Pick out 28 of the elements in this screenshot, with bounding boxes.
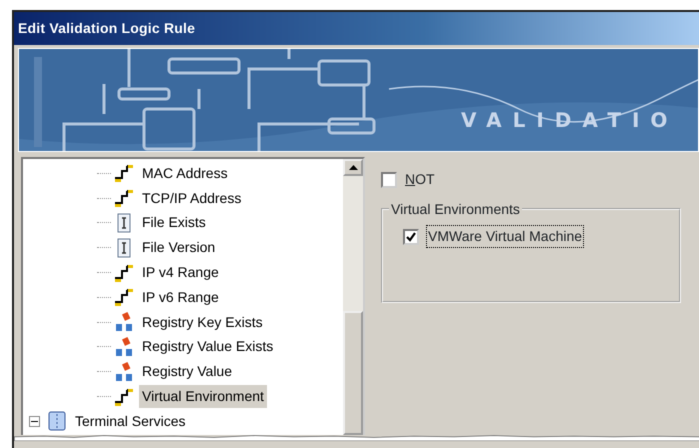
tree-item[interactable]: IP v6 Range: [139, 286, 222, 309]
blocks-icon: [113, 360, 135, 383]
tree-item[interactable]: MAC Address: [139, 162, 231, 185]
banner-title: VALIDATIO: [461, 107, 678, 134]
tree-item[interactable]: IP v4 Range: [139, 261, 222, 284]
window-title: Edit Validation Logic Rule: [14, 12, 699, 45]
connector-icon: [113, 187, 135, 210]
up-arrow-icon: [348, 165, 358, 170]
tree-item[interactable]: TCP/IP Address: [139, 186, 244, 210]
checkbox-label: VMWare Virtual Machine: [427, 226, 584, 247]
connector-icon: [113, 162, 135, 184]
collapse-icon[interactable]: [29, 416, 40, 427]
blocks-icon: [113, 336, 135, 358]
tree-item[interactable]: Terminal Services: [72, 410, 188, 433]
connector-icon: [113, 286, 135, 308]
tree-item[interactable]: File Version: [139, 236, 218, 260]
tree-item[interactable]: File Exists: [139, 211, 209, 234]
checkbox[interactable]: [403, 228, 419, 244]
checkbox[interactable]: [381, 172, 397, 188]
checkbox-label: NOT: [405, 170, 435, 189]
scroll-up-button[interactable]: [343, 159, 363, 176]
tree-item[interactable]: Virtual Environment: [139, 385, 267, 408]
tree-item[interactable]: Registry Value Exists: [139, 335, 276, 358]
book-icon: [46, 410, 68, 432]
tree-item[interactable]: Registry Value: [139, 360, 236, 384]
tree-item[interactable]: Registry Key Exists: [139, 310, 266, 334]
scrollbar[interactable]: [343, 159, 363, 435]
blocks-icon: [113, 311, 135, 334]
